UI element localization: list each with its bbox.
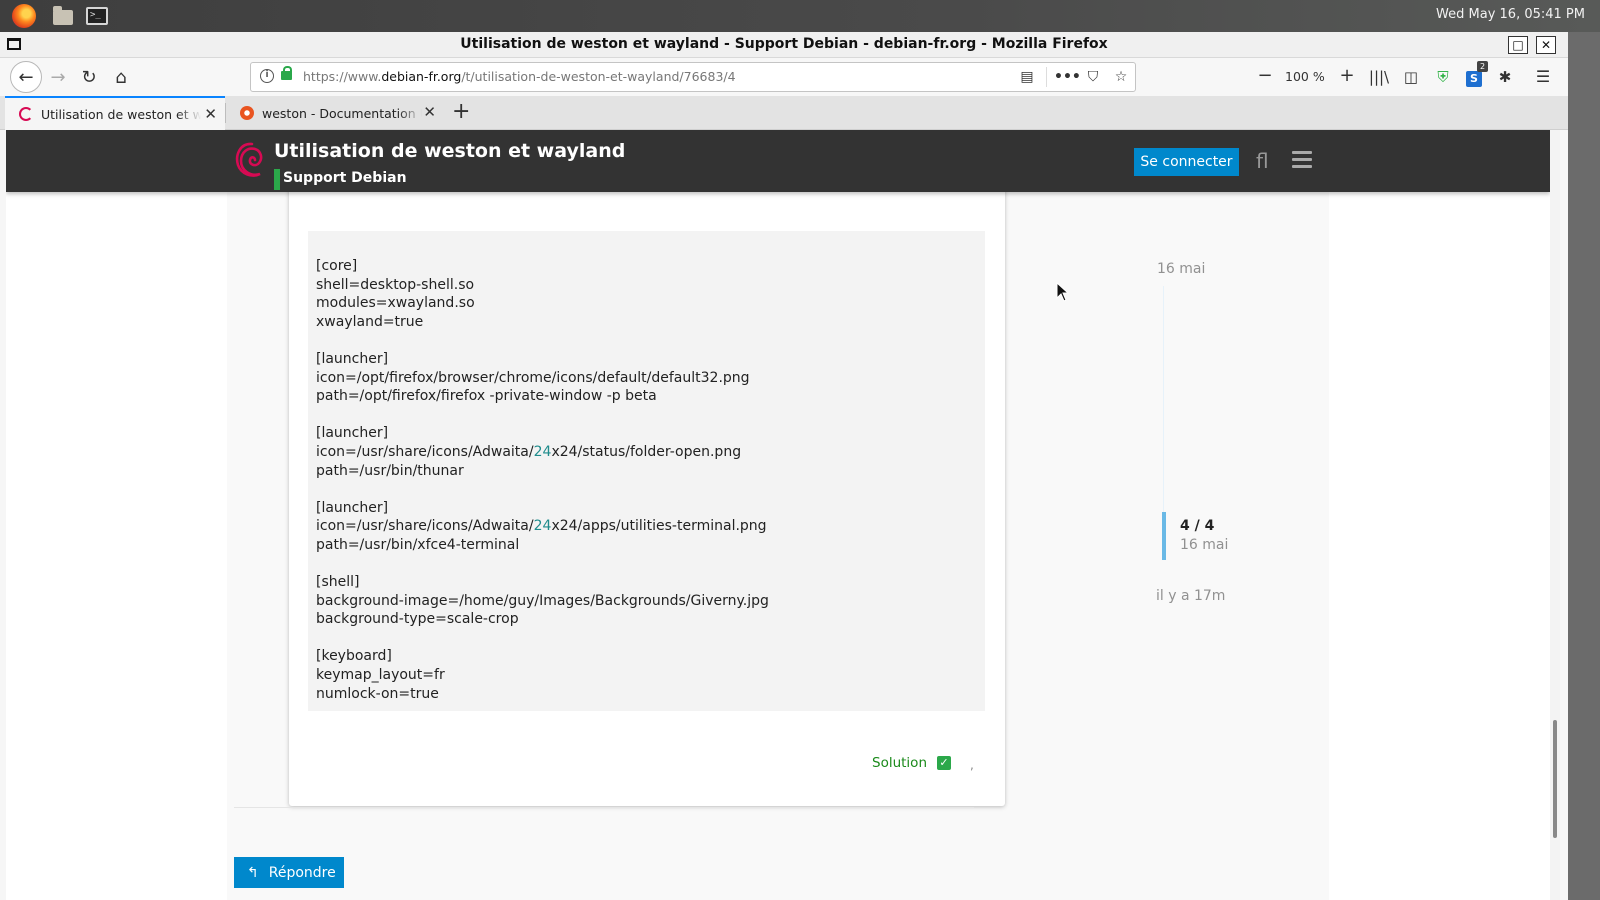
search-icon[interactable]: ﬂ xyxy=(1256,149,1269,173)
bookmark-star-icon[interactable]: ☆ xyxy=(1110,67,1132,87)
solution-marker[interactable]: Solution ✓ xyxy=(872,755,951,771)
reader-view-icon[interactable]: ▤ xyxy=(1016,67,1038,87)
code-line: keymap_layout=fr xyxy=(316,667,445,684)
forward-button[interactable]: → xyxy=(43,62,73,92)
lock-icon[interactable] xyxy=(281,66,292,80)
clock[interactable]: Wed May 16, 05:41 PM xyxy=(1436,7,1585,22)
solution-label: Solution xyxy=(872,755,927,771)
debian-logo-icon[interactable] xyxy=(234,141,266,179)
navigation-toolbar: ← → ↻ ⌂ i https://www.debian-fr.org/t/ut… xyxy=(0,58,1568,96)
site-info-icon[interactable]: i xyxy=(260,69,274,83)
reply-icon: ↰ xyxy=(247,864,259,881)
pocket-icon[interactable]: ⛉ xyxy=(1082,67,1104,87)
code-line: [shell] xyxy=(316,574,360,591)
code-line: [core] xyxy=(316,258,358,274)
code-line: numlock-on=true xyxy=(316,685,439,702)
code-block: [core] shell=desktop-shell.so modules=xway… xyxy=(308,231,985,711)
window-title: Utilisation de weston et wayland - Suppo… xyxy=(460,36,1108,52)
shield-icon[interactable]: ⛨ xyxy=(1432,67,1454,89)
url-domain: debian-fr.org xyxy=(381,69,462,84)
code-line: background-image=/home/guy/Images/Backgr… xyxy=(316,592,769,609)
tab-label: weston - Documentation Ubuntu xyxy=(262,105,422,121)
home-button[interactable]: ⌂ xyxy=(106,62,136,92)
page-viewport: Utilisation de weston et wayland Support… xyxy=(6,130,1550,900)
timeline-handle[interactable] xyxy=(1162,512,1166,560)
firefox-icon[interactable] xyxy=(11,3,37,29)
checkbox-icon: ✓ xyxy=(937,756,951,770)
timeline-last-activity[interactable]: il y a 17m xyxy=(1156,588,1225,604)
extension-badge: 2 xyxy=(1477,61,1489,72)
timeline-position-date: 16 mai xyxy=(1180,537,1229,553)
code-line: path=/usr/bin/xfce4-terminal xyxy=(316,536,520,553)
close-window-button[interactable]: ✕ xyxy=(1536,36,1556,54)
reply-button[interactable]: ↰ Répondre xyxy=(234,857,344,888)
code-line: xwayland=true xyxy=(316,313,424,330)
reload-button[interactable]: ↻ xyxy=(74,62,104,92)
tab-weston-ubuntu[interactable]: weston - Documentation Ubuntu ✕ xyxy=(226,96,444,130)
site-menu-icon[interactable] xyxy=(1292,151,1312,169)
category-badge[interactable]: Support Debian xyxy=(283,170,407,186)
debian-favicon-icon xyxy=(19,107,33,121)
code-line: [launcher] xyxy=(316,350,389,367)
maximize-button[interactable]: □ xyxy=(1508,36,1528,54)
tab-label: Utilisation de weston et wayland xyxy=(41,106,201,122)
extension-letter: S xyxy=(1466,71,1482,87)
code-line: path=/usr/bin/thunar xyxy=(316,462,464,479)
ubuntu-favicon-icon xyxy=(240,106,254,120)
library-icon[interactable]: |||\ xyxy=(1368,67,1390,89)
post-card: [core] shell=desktop-shell.so modules=xway… xyxy=(289,160,1005,806)
code-line: icon=/opt/firefox/browser/chrome/icons/d… xyxy=(316,369,750,386)
sidebar-icon[interactable]: ◫ xyxy=(1400,67,1422,89)
terminal-icon[interactable]: >_ xyxy=(84,3,110,29)
timeline-rail[interactable] xyxy=(1163,286,1164,526)
hamburger-menu-icon[interactable]: ☰ xyxy=(1532,67,1554,89)
url-text[interactable]: https://www.debian-fr.org/t/utilisation-… xyxy=(303,69,736,84)
timeline-position: 4 / 4 xyxy=(1180,518,1215,534)
url-path: /t/utilisation-de-weston-et-wayland/7668… xyxy=(461,69,736,84)
code-line: [launcher] xyxy=(316,499,389,516)
zoom-in-button[interactable]: + xyxy=(1337,66,1357,86)
url-bar[interactable]: i https://www.debian-fr.org/t/utilisatio… xyxy=(250,62,1136,92)
code-line: background-type=scale-crop xyxy=(316,611,519,628)
new-tab-button[interactable]: + xyxy=(452,100,470,124)
page-actions-icon[interactable]: ••• xyxy=(1054,67,1081,87)
browser-window: Utilisation de weston et wayland - Suppo… xyxy=(0,32,1568,900)
desktop-panel: >_ Wed May 16, 05:41 PM xyxy=(0,0,1600,32)
code-line: icon=/usr/share/icons/Adwaita/24x24/stat… xyxy=(316,443,742,460)
tab-strip: Utilisation de weston et wayland ✕ westo… xyxy=(0,96,1568,130)
zoom-out-button[interactable]: − xyxy=(1255,66,1275,86)
url-prefix: https://www. xyxy=(303,69,382,84)
code-line: icon=/usr/share/icons/Adwaita/24x24/apps… xyxy=(316,518,767,535)
topic-title[interactable]: Utilisation de weston et wayland xyxy=(274,140,625,162)
post-divider xyxy=(234,807,974,808)
site-header: Utilisation de weston et wayland Support… xyxy=(6,130,1550,192)
post-trailing-mark: , xyxy=(970,758,974,772)
vertical-scrollbar[interactable] xyxy=(1550,130,1560,900)
files-icon[interactable] xyxy=(50,3,76,29)
reply-label: Répondre xyxy=(268,864,336,881)
url-separator xyxy=(1046,67,1047,87)
mouse-cursor-icon xyxy=(1056,282,1070,302)
code-line: modules=xwayland.so xyxy=(316,295,475,312)
code-line: shell=desktop-shell.so xyxy=(316,276,475,293)
code-line: [keyboard] xyxy=(316,648,392,665)
code-line: [launcher] xyxy=(316,425,389,442)
zoom-level[interactable]: 100 % xyxy=(1285,69,1325,84)
title-bar: Utilisation de weston et wayland - Suppo… xyxy=(0,32,1568,58)
category-color-bar xyxy=(274,169,280,190)
gecko-icon[interactable]: ✱ xyxy=(1494,67,1516,89)
code-line: path=/opt/firefox/firefox -private-windo… xyxy=(316,388,657,405)
tab-weston-wayland[interactable]: Utilisation de weston et wayland ✕ xyxy=(5,96,225,130)
back-button[interactable]: ← xyxy=(10,61,42,93)
scrollbar-thumb[interactable] xyxy=(1553,720,1557,838)
close-tab-icon[interactable]: ✕ xyxy=(204,106,217,122)
timeline-start-date[interactable]: 16 mai xyxy=(1157,261,1205,277)
login-button[interactable]: Se connecter xyxy=(1134,148,1239,176)
close-tab-icon[interactable]: ✕ xyxy=(423,104,436,120)
